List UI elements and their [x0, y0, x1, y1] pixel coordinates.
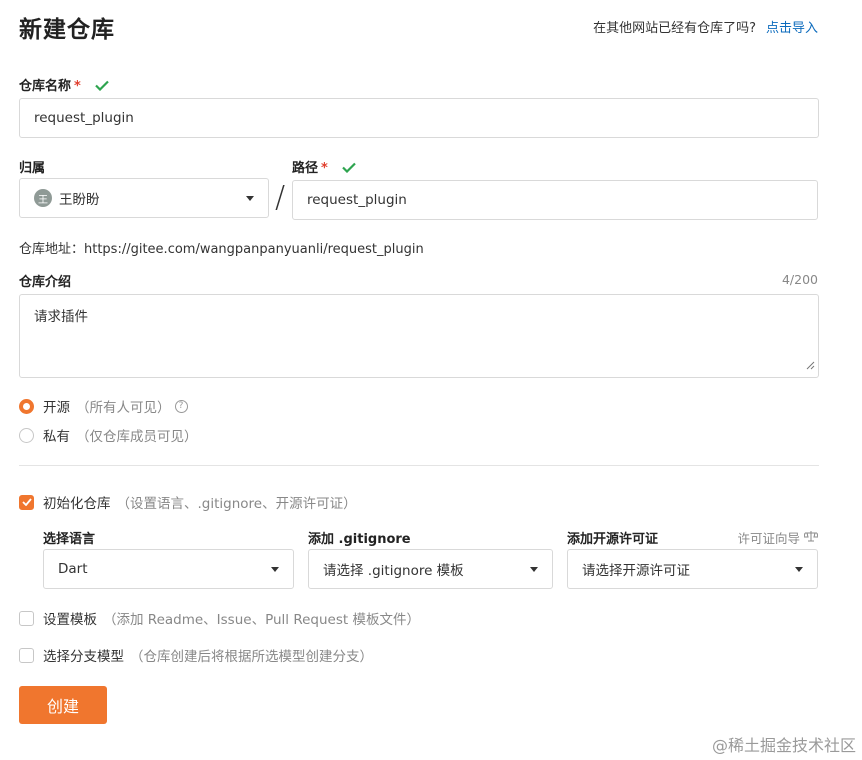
owner-select[interactable]: 王 王盼盼	[19, 178, 269, 218]
gitignore-select[interactable]: 请选择 .gitignore 模板	[308, 549, 553, 589]
required-mark: *	[321, 161, 328, 176]
chevron-down-icon	[530, 566, 538, 572]
branch-model-hint: （仓库创建后将根据所选模型创建分支）	[130, 649, 373, 665]
license-guide-text: 许可证向导	[737, 531, 800, 546]
scale-icon	[803, 530, 819, 545]
description-text: 请求插件	[34, 309, 88, 325]
description-textarea[interactable]: 请求插件	[19, 294, 819, 378]
checkmark-icon	[95, 80, 110, 95]
visibility-option-private[interactable]: 私有 （仅仓库成员可见）	[19, 425, 198, 445]
path-separator: /	[275, 180, 286, 215]
description-label: 仓库介绍	[19, 275, 72, 290]
repo-name-input[interactable]: request_plugin	[19, 98, 819, 138]
license-value: 请选择开源许可证	[582, 563, 690, 579]
language-label: 选择语言	[43, 532, 96, 547]
import-prompt: 在其他网站已经有仓库了吗? 点击导入	[593, 17, 818, 36]
template-hint: （添加 Readme、Issue、Pull Request 模板文件）	[103, 612, 420, 628]
path-input[interactable]: request_plugin	[292, 180, 818, 220]
public-hint: （所有人可见）	[76, 400, 171, 416]
help-icon[interactable]: ?	[174, 399, 188, 413]
checkbox-checked[interactable]	[19, 494, 34, 510]
description-counter: 4/200	[781, 272, 818, 287]
avatar: 王	[34, 189, 52, 207]
radio-button[interactable]	[19, 427, 34, 443]
private-hint: （仅仓库成员可见）	[76, 429, 198, 445]
repo-address: 仓库地址：https://gitee.com/wangpanpanyuanli/…	[19, 242, 424, 257]
checkbox[interactable]	[19, 647, 34, 663]
license-label: 添加开源许可证	[567, 532, 659, 547]
gitignore-value: 请选择 .gitignore 模板	[323, 563, 464, 579]
private-label: 私有	[43, 429, 70, 445]
owner-label: 归属	[19, 161, 46, 176]
license-select[interactable]: 请选择开源许可证	[567, 549, 818, 589]
radio-button-selected[interactable]	[19, 398, 34, 414]
chevron-down-icon	[246, 195, 254, 201]
chevron-down-icon	[795, 566, 803, 572]
chevron-down-icon	[271, 566, 279, 572]
required-mark: *	[74, 79, 81, 94]
language-value: Dart	[58, 561, 88, 577]
license-guide-link[interactable]: 许可证向导	[737, 528, 819, 547]
init-repo-hint: （设置语言、.gitignore、开源许可证）	[116, 496, 357, 512]
path-label: 路径 *	[292, 157, 357, 177]
divider	[19, 465, 819, 466]
watermark: @稀土掘金技术社区	[711, 736, 856, 755]
repo-name-label-text: 仓库名称	[19, 79, 72, 94]
create-button[interactable]: 创建	[19, 686, 107, 724]
page-title: 新建仓库	[19, 17, 115, 43]
branch-model-label: 选择分支模型	[43, 649, 124, 665]
checkmark-icon	[342, 162, 357, 177]
public-label: 开源	[43, 400, 70, 416]
init-repo-option[interactable]: 初始化仓库 （设置语言、.gitignore、开源许可证）	[19, 492, 357, 512]
repo-name-label: 仓库名称 *	[19, 75, 110, 95]
import-prompt-text: 在其他网站已经有仓库了吗?	[593, 21, 756, 36]
language-select[interactable]: Dart	[43, 549, 294, 589]
path-label-text: 路径	[292, 161, 319, 176]
init-repo-label: 初始化仓库	[43, 496, 111, 512]
checkbox[interactable]	[19, 610, 34, 626]
template-label: 设置模板	[43, 612, 97, 628]
gitignore-label: 添加 .gitignore	[308, 532, 411, 547]
checkmark-icon	[21, 498, 32, 506]
visibility-option-public[interactable]: 开源 （所有人可见） ?	[19, 396, 188, 416]
branch-model-option[interactable]: 选择分支模型 （仓库创建后将根据所选模型创建分支）	[19, 645, 373, 665]
import-link[interactable]: 点击导入	[766, 21, 818, 36]
owner-selected: 王 王盼盼	[34, 188, 100, 208]
template-option[interactable]: 设置模板 （添加 Readme、Issue、Pull Request 模板文件）	[19, 608, 420, 628]
owner-name: 王盼盼	[59, 192, 100, 208]
resize-handle-icon[interactable]	[806, 358, 815, 374]
